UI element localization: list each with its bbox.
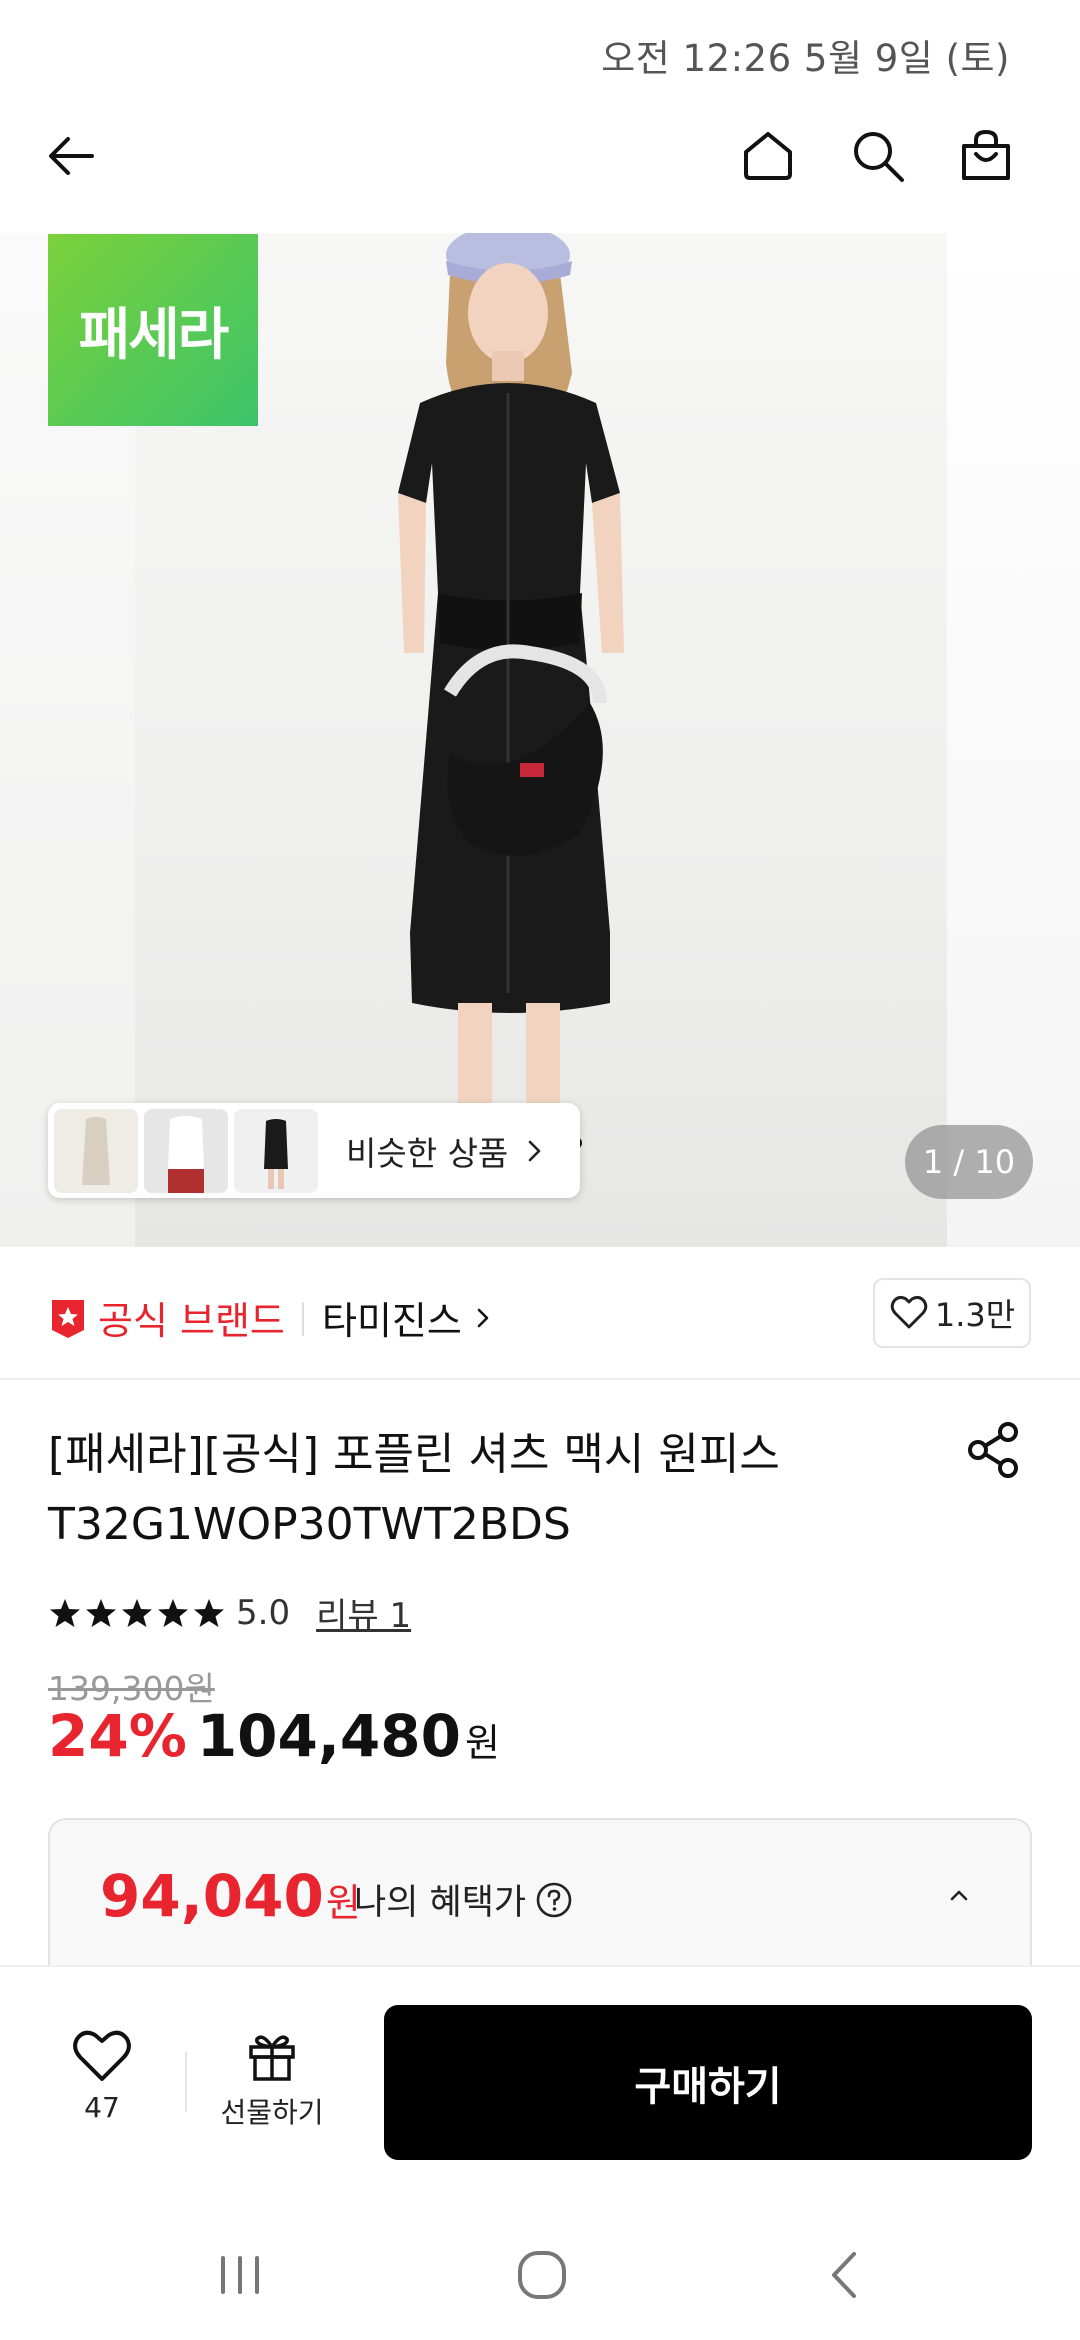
arrow-left-icon bbox=[49, 137, 94, 175]
top-nav bbox=[0, 110, 1080, 202]
sale-price: 104,480 bbox=[196, 1702, 461, 1770]
star-icon bbox=[158, 1598, 188, 1627]
search-button[interactable] bbox=[846, 124, 910, 188]
brand-like-button[interactable]: 1.3만 bbox=[873, 1278, 1031, 1348]
similar-thumb-2 bbox=[144, 1108, 228, 1193]
chevron-right-icon bbox=[477, 1308, 489, 1327]
status-time: 오전 12:26 5월 9일 (토) bbox=[601, 37, 1010, 80]
similar-thumb-1 bbox=[54, 1108, 138, 1193]
system-nav-bar bbox=[0, 2200, 1080, 2340]
recent-apps-icon[interactable] bbox=[205, 2240, 275, 2310]
bottom-action-bar: 47 선물하기 구매하기 bbox=[0, 1965, 1080, 2200]
wishlist-count: 47 bbox=[84, 2091, 120, 2124]
rating-row: 5.0 리뷰 1 bbox=[48, 1588, 411, 1637]
similar-products-button[interactable]: 비슷한 상품 bbox=[48, 1103, 580, 1198]
star-icon bbox=[122, 1598, 152, 1627]
search-icon bbox=[854, 132, 904, 182]
brand-divider bbox=[302, 1302, 304, 1336]
share-icon bbox=[968, 1422, 1018, 1478]
chevron-up-icon[interactable] bbox=[942, 1878, 976, 1912]
home-button[interactable] bbox=[736, 124, 800, 188]
home-icon bbox=[744, 132, 792, 180]
price-row: 24% 104,480 원 bbox=[48, 1702, 500, 1770]
brand-logo-text: 패세라 bbox=[78, 302, 230, 368]
home-system-icon[interactable] bbox=[507, 2240, 577, 2310]
image-page-indicator: 1 / 10 bbox=[905, 1125, 1033, 1199]
wishlist-button[interactable]: 47 bbox=[62, 2027, 142, 2124]
discount-rate: 24% bbox=[48, 1702, 187, 1770]
star-rating bbox=[48, 1596, 228, 1630]
heart-icon bbox=[890, 1295, 928, 1329]
gift-button[interactable]: 선물하기 bbox=[212, 2029, 332, 2131]
back-button[interactable] bbox=[40, 124, 104, 188]
back-system-icon[interactable] bbox=[810, 2240, 880, 2310]
cart-button[interactable] bbox=[954, 124, 1018, 188]
price-unit: 원 bbox=[465, 1721, 500, 1765]
similar-products-label: 비슷한 상품 bbox=[346, 1127, 546, 1175]
product-model-image bbox=[398, 233, 624, 1157]
brand-row: 공식 브랜드 타미진스 1.3만 bbox=[0, 1248, 1080, 1380]
brand-link[interactable]: 타미진스 bbox=[322, 1290, 494, 1345]
bottom-bar-divider bbox=[185, 2052, 187, 2112]
benefit-price: 94,040 원 bbox=[100, 1862, 361, 1930]
gift-icon bbox=[249, 2035, 295, 2081]
review-link[interactable]: 리뷰 1 bbox=[316, 1588, 411, 1637]
heart-icon bbox=[73, 2030, 131, 2081]
star-icon bbox=[194, 1598, 224, 1627]
share-button[interactable] bbox=[962, 1418, 1026, 1482]
shopping-bag-icon bbox=[962, 129, 1010, 180]
star-icon bbox=[86, 1598, 116, 1627]
chevron-right-icon bbox=[528, 1140, 541, 1161]
status-bar: 오전 12:26 5월 9일 (토) bbox=[0, 0, 1080, 105]
brand-logo: 패세라 bbox=[48, 234, 258, 426]
similar-thumb-3 bbox=[234, 1108, 318, 1193]
gift-label: 선물하기 bbox=[220, 2096, 324, 2129]
benefit-label: 나의 혜택가 bbox=[354, 1874, 574, 1925]
product-title: [패세라][공식] 포플린 셔츠 맥시 원피스 T32G1WOP30TWT2BD… bbox=[48, 1429, 780, 1550]
rating-value: 5.0 bbox=[236, 1592, 291, 1633]
benefit-price-panel[interactable]: 94,040 원 나의 혜택가 bbox=[48, 1818, 1032, 1978]
buy-button[interactable]: 구매하기 bbox=[384, 2005, 1032, 2160]
official-brand-badge: 공식 브랜드 bbox=[48, 1290, 285, 1345]
star-icon bbox=[50, 1598, 80, 1627]
help-circle-icon[interactable] bbox=[534, 1880, 574, 1920]
official-star-badge-icon bbox=[52, 1299, 84, 1338]
